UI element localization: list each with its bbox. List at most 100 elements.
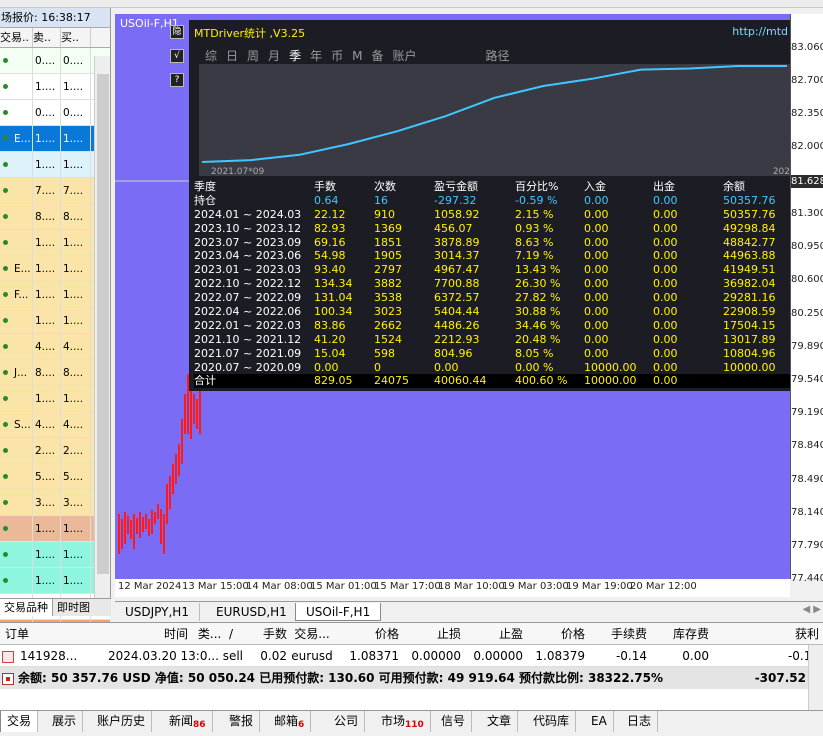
panel-tab[interactable]: 路径 [486,47,510,64]
stats-cell: 26.30 % [515,277,561,291]
bid-price: 8.... [33,204,61,229]
col-price[interactable]: 价格 [337,623,399,644]
col-swap[interactable]: 库存费 [647,623,709,644]
col-type[interactable]: 类... / [188,623,243,644]
col-cur-price[interactable]: 价格 [523,623,585,644]
order-row[interactable]: 141928... 2024.03.20 13:0... sell 0.02 e… [0,645,823,667]
hide-button[interactable]: 隐 [170,25,184,39]
symbol-status-icon [3,214,8,219]
terminal-tab[interactable]: 日志 [621,711,659,732]
price-tick: 82.350 [791,108,823,119]
stats-row: 2022.01 ~ 2022.03 83.86 2662 4486.26 34.46 %… [194,319,790,333]
price-tick: 82.700 [791,75,823,86]
stats-cell: 3014.37 [434,249,480,263]
tab-label: 账户历史 [97,714,146,728]
candle [175,454,177,484]
symbol-name [12,471,14,483]
col-lots[interactable]: 手数 [243,623,287,644]
terminal-tab[interactable]: 市场110 [375,711,431,732]
price-tick: 78.490 [791,473,823,485]
col-sl[interactable]: 止损 [399,623,461,644]
column-bid[interactable]: 卖.. [33,28,61,47]
panel-tab[interactable]: 备 [371,47,383,64]
candle [172,464,174,494]
symbol-name: S... [14,419,31,431]
stats-cell: 34.46 % [515,318,561,332]
stats-cell: 41.20 [314,332,346,346]
panel-tab[interactable]: 月 [268,47,280,64]
terminal-tab[interactable]: 信号 [435,711,473,732]
terminal-tab[interactable]: 新闻86 [163,711,213,732]
terminal-tab[interactable]: 公司 [328,711,366,732]
panel-url-link[interactable]: http://mtd [732,25,788,38]
bid-price: 1.... [33,74,61,99]
col-profit[interactable]: 获利 [709,623,823,644]
stats-cell: 1851 [374,235,402,249]
stats-row: 季度 手数 次数 盈亏金额 百分比% 入金 出金 余额 [194,180,790,194]
terminal-tab[interactable]: 账户历史 [91,711,153,732]
tab-usoil[interactable]: USOil-F,H1 [295,603,382,621]
stats-row: 2023.10 ~ 2023.12 82.93 1369 456.07 0.93 % 0.… [194,222,790,236]
tab-eurusd[interactable]: EURUSD,H1 [206,603,298,621]
terminal-tab[interactable]: 展示 [46,711,84,732]
stats-cell: 0.00 [653,305,678,319]
col-time[interactable]: 时间 [108,623,188,644]
symbol-name [12,55,14,67]
stats-cell: 0.93 % [515,221,554,235]
symbol-name [12,341,14,353]
stats-cell: 100.34 [314,305,353,319]
tab-tick-chart[interactable]: 即时图 [53,599,94,616]
ask-price: 8.... [61,204,91,229]
col-symbol[interactable]: 交易... [287,623,337,644]
col-commission[interactable]: 手续费 [585,623,647,644]
market-watch-scrollbar[interactable] [94,56,110,598]
terminal-tab[interactable]: 邮箱6 [268,711,312,732]
column-symbol[interactable]: 交易.. [0,28,33,47]
indicator-side-buttons: 隐 √ ? [170,25,184,97]
symbol-status-icon [3,344,8,349]
tab-symbols[interactable]: 交易品种 [0,599,53,616]
bid-price: 1.... [33,230,61,255]
account-balance-bar: 余额: 50 357.76 USD 净值: 50 050.24 已用预付款: 1… [0,667,823,689]
panel-tab[interactable]: 综 [205,47,217,64]
terminal-tab[interactable]: 警报 [223,711,261,732]
ask-price: 1.... [61,308,91,333]
stats-cell: 0.64 [314,193,339,207]
col-tp[interactable]: 止盈 [461,623,523,644]
candle [130,520,132,539]
tab-scroll-arrows[interactable]: ◀ ▶ [802,604,821,615]
tab-label: 新闻 [169,714,194,728]
terminal-tab[interactable]: 代码库 [527,711,577,732]
stats-cell: 10000.00 [584,360,637,374]
ask-price: 4.... [61,412,91,437]
check-button[interactable]: √ [170,49,184,63]
terminal-tab[interactable]: EA [585,711,614,732]
stats-cell: 4967.47 [434,263,480,277]
symbol-status-icon [3,110,8,115]
stats-cell: 30.88 % [515,305,561,319]
terminal-tab[interactable]: 文章 [481,711,519,732]
terminal-scrollbar[interactable] [808,645,823,711]
column-ask[interactable]: 买.. [61,28,91,47]
scroll-thumb[interactable] [97,74,109,574]
panel-tab[interactable]: M [352,49,362,63]
stats-cell: 0.00 [314,360,339,374]
col-order[interactable]: 订单 [0,623,108,644]
ask-price: 1.... [61,74,91,99]
panel-tab[interactable]: 年 [310,47,322,64]
panel-tab[interactable]: 季 [289,47,301,64]
time-tick: 15 Mar 01:00 [310,581,377,592]
terminal-tab[interactable]: 交易 [0,711,39,732]
tab-label: 信号 [441,714,466,728]
help-button[interactable]: ? [170,73,184,87]
panel-tab[interactable]: 币 [331,47,343,64]
panel-tab[interactable]: 日 [226,47,238,64]
stats-cell: 10804.96 [723,346,776,360]
panel-tab[interactable]: 账户 [392,47,416,64]
panel-title: MTDriver统计 ,V3.25 [194,27,306,40]
symbol-name [12,185,14,197]
stats-cell: 0.00 [653,360,678,374]
ask-price: 1.... [61,230,91,255]
tab-usdjpy[interactable]: USDJPY,H1 [115,603,200,621]
panel-tab[interactable]: 周 [247,47,259,64]
